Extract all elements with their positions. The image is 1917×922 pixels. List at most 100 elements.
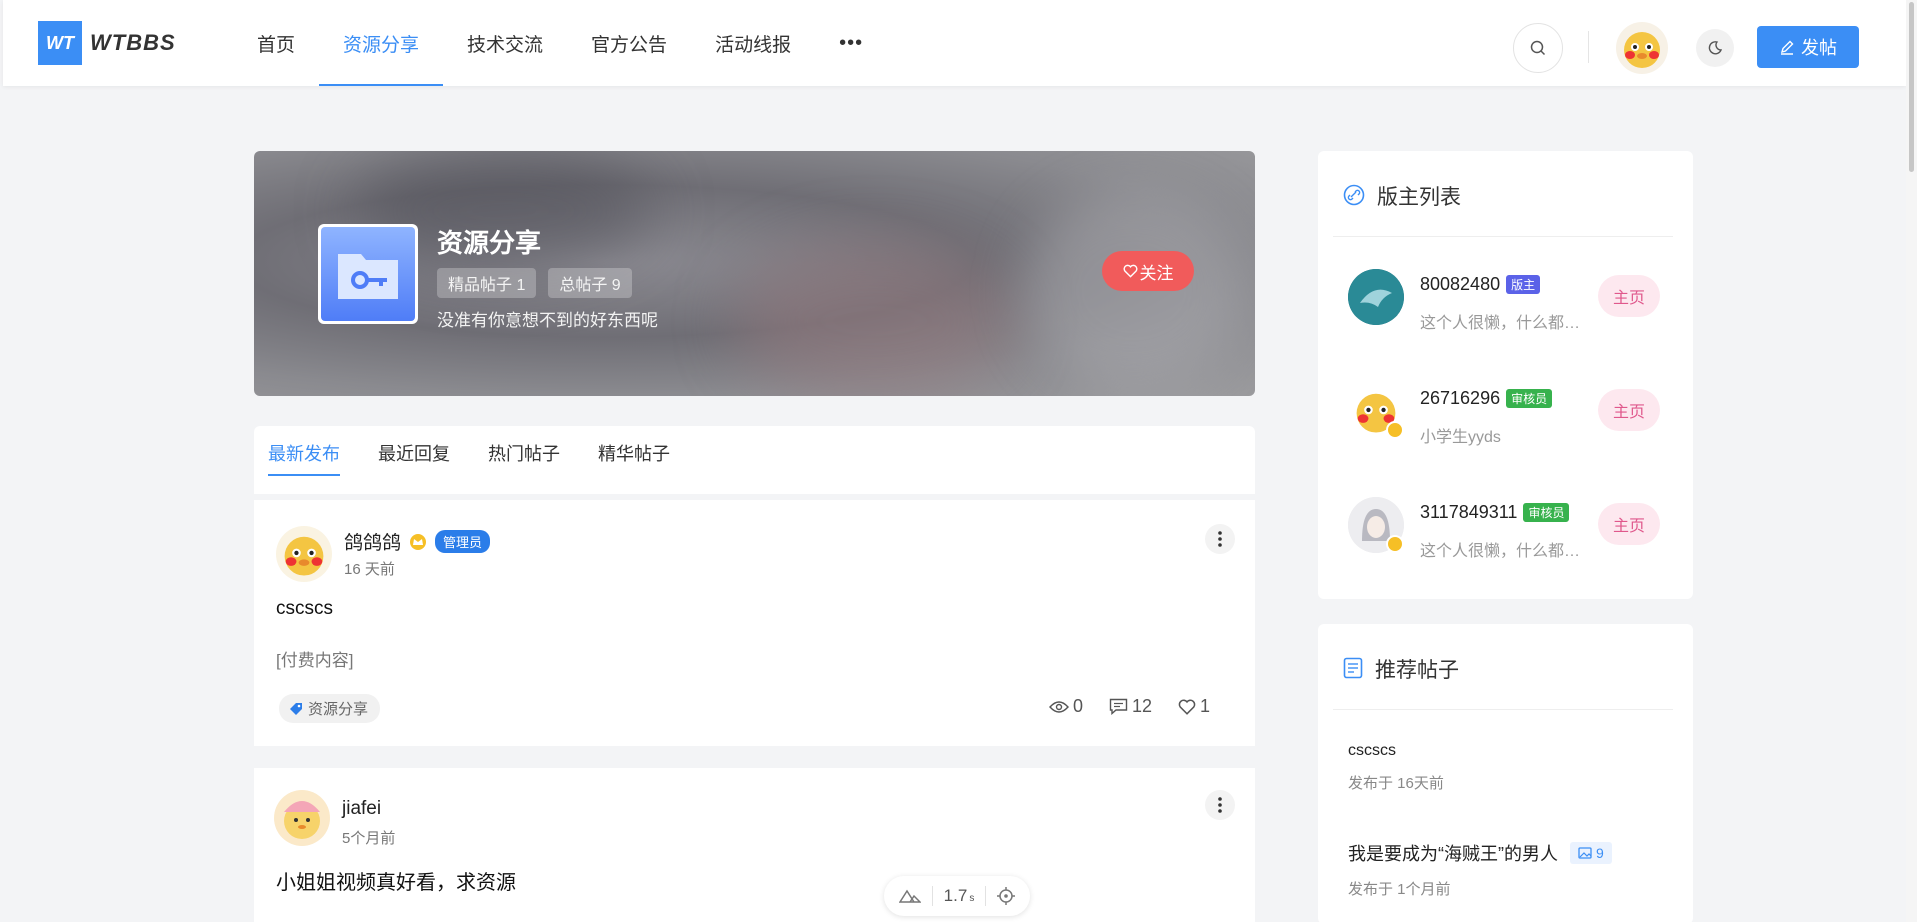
post-card[interactable]: jiafei 5个月前 小姐姐视频真好看，求资源 xyxy=(254,768,1255,922)
forum-banner: 资源分享 精品帖子 1 总帖子 9 没准有你意想不到的好东西呢 关注 xyxy=(254,151,1255,396)
recommended-card-title: 推荐帖子 xyxy=(1375,659,1459,682)
search-button[interactable] xyxy=(1513,23,1563,73)
main-nav: 首页 资源分享 技术交流 官方公告 活动线报 ••• xyxy=(233,0,887,86)
moderator-item: 26716296 审核员 小学生yyds 主页 xyxy=(1348,383,1668,453)
forum-icon xyxy=(318,224,418,324)
banner-blur xyxy=(1024,191,1244,391)
author-name[interactable]: 鸽鸽鸽 xyxy=(344,528,401,555)
moderator-home-button[interactable]: 主页 xyxy=(1598,275,1660,317)
post-time: 16 天前 xyxy=(344,561,395,578)
author-name-row: jiafei xyxy=(342,798,381,820)
author-avatar[interactable] xyxy=(274,790,330,846)
author-name-row: 鸽鸽鸽 管理员 xyxy=(344,528,491,555)
likes-stat[interactable]: 1 xyxy=(1178,696,1210,717)
vip-badge-icon xyxy=(1386,535,1404,553)
top-header: WT WTBBS 首页 资源分享 技术交流 官方公告 活动线报 ••• 发帖 xyxy=(3,0,1906,86)
admin-badge: 管理员 xyxy=(435,530,491,553)
recommended-title[interactable]: 我是要成为“海贼王”的男人 xyxy=(1348,840,1558,866)
nav-home[interactable]: 首页 xyxy=(233,0,319,86)
post-more-button[interactable] xyxy=(1205,524,1235,554)
load-time-unit: s xyxy=(969,893,975,904)
header-divider xyxy=(1588,31,1589,63)
moderator-role-badge: 审核员 xyxy=(1506,389,1553,408)
post-title[interactable]: cscscs xyxy=(276,598,333,620)
tab-hot[interactable]: 热门帖子 xyxy=(488,426,560,476)
moderator-id[interactable]: 26716296 xyxy=(1420,388,1500,409)
new-post-label: 发帖 xyxy=(1801,38,1837,58)
nav-events[interactable]: 活动线报 xyxy=(691,0,815,86)
nav-more-icon[interactable]: ••• xyxy=(815,0,887,86)
banner-blur xyxy=(734,241,1014,396)
image-count: 9 xyxy=(1596,845,1604,861)
avatar-duck-icon xyxy=(1624,32,1660,68)
tag-icon xyxy=(290,702,302,715)
tab-latest[interactable]: 最新发布 xyxy=(268,426,340,476)
recommended-item[interactable]: 我是要成为“海贼王”的男人 9 发布于 1个月前 xyxy=(1348,840,1668,899)
post-stats: 0 12 1 xyxy=(1048,696,1210,717)
forum-title: 资源分享 xyxy=(437,228,542,258)
scrollbar-thumb[interactable] xyxy=(1909,2,1914,172)
follow-button[interactable]: 关注 xyxy=(1102,251,1194,291)
recommended-time: 发布于 1个月前 xyxy=(1348,881,1451,898)
moderator-id[interactable]: 3117849311 xyxy=(1420,502,1517,523)
image-icon xyxy=(1578,847,1592,859)
moderator-home-button[interactable]: 主页 xyxy=(1598,389,1660,431)
post-card[interactable]: 鸽鸽鸽 管理员 16 天前 cscscs [付费内容] 资源分享 0 12 1 xyxy=(254,500,1255,746)
moderator-id-row: 26716296 审核员 xyxy=(1420,388,1553,409)
forum-description: 没准有你意想不到的好东西呢 xyxy=(437,311,658,330)
moderator-desc: 这个人很懒，什么都没有留下 xyxy=(1420,315,1590,332)
moderator-avatar[interactable] xyxy=(1348,269,1404,325)
site-logo[interactable]: WT WTBBS xyxy=(38,21,176,65)
post-tag-label: 资源分享 xyxy=(308,701,369,718)
load-time-value: 1.7 xyxy=(943,886,968,905)
load-time: 1.7 s xyxy=(944,886,975,906)
likes-count: 1 xyxy=(1199,696,1210,716)
vertical-dots-icon xyxy=(1218,797,1222,813)
author-avatar[interactable] xyxy=(276,526,332,582)
recommended-card: 推荐帖子 cscscs 发布于 16天前 我是要成为“海贼王”的男人 9 发布于… xyxy=(1318,624,1693,922)
folder-key-icon xyxy=(338,254,398,299)
avatar-dolphin-icon xyxy=(1348,269,1404,325)
post-tag[interactable]: 资源分享 xyxy=(279,694,381,723)
pencil-icon xyxy=(1780,40,1794,55)
views-stat: 0 xyxy=(1048,696,1083,717)
floating-widget: 1.7 s xyxy=(884,876,1030,916)
new-post-button[interactable]: 发帖 xyxy=(1757,26,1859,68)
comments-stat[interactable]: 12 xyxy=(1109,696,1152,717)
tab-recent-reply[interactable]: 最近回复 xyxy=(378,426,450,476)
forum-stats: 精品帖子 1 总帖子 9 xyxy=(437,268,632,298)
widget-divider xyxy=(984,886,986,906)
crosshair-icon[interactable] xyxy=(996,887,1015,905)
nav-announcements[interactable]: 官方公告 xyxy=(567,0,691,86)
theme-toggle-button[interactable] xyxy=(1696,29,1734,67)
nuxt-mountain-icon[interactable] xyxy=(899,889,922,903)
document-list-icon xyxy=(1343,657,1363,679)
recommended-item[interactable]: cscscs 发布于 16天前 xyxy=(1348,742,1668,793)
avatar-duck-icon xyxy=(284,536,324,576)
crown-icon xyxy=(410,533,427,550)
recommended-title[interactable]: cscscs xyxy=(1348,742,1396,760)
post-time: 5个月前 xyxy=(342,830,396,847)
moderator-id-row: 3117849311 审核员 xyxy=(1420,502,1570,523)
follow-label: 关注 xyxy=(1139,263,1174,283)
user-avatar[interactable] xyxy=(1616,22,1668,74)
featured-count: 精品帖子 1 xyxy=(437,268,537,298)
moderator-id-row: 80082480 版主 xyxy=(1420,274,1541,295)
page-scrollbar[interactable] xyxy=(1906,0,1917,922)
moderator-role-badge: 版主 xyxy=(1506,275,1541,294)
tab-featured[interactable]: 精华帖子 xyxy=(598,426,670,476)
post-more-button[interactable] xyxy=(1205,790,1235,820)
post-title[interactable]: 小姐姐视频真好看，求资源 xyxy=(276,866,516,895)
nav-resource-share[interactable]: 资源分享 xyxy=(319,0,444,86)
logo-text: WTBBS xyxy=(90,30,176,55)
views-count: 0 xyxy=(1072,696,1083,716)
nav-tech-exchange[interactable]: 技术交流 xyxy=(443,0,567,86)
moderator-id[interactable]: 80082480 xyxy=(1420,274,1500,295)
recommended-title-row: 我是要成为“海贼王”的男人 9 xyxy=(1348,840,1668,866)
heart-icon xyxy=(1178,699,1196,715)
moderator-desc: 小学生yyds xyxy=(1420,429,1501,446)
post-content: [付费内容] xyxy=(276,651,354,670)
moderator-home-button[interactable]: 主页 xyxy=(1598,503,1660,545)
author-name[interactable]: jiafei xyxy=(342,798,381,820)
moderator-card: 版主列表 80082480 版主 这个人很懒，什么都没有留下 主页 267162… xyxy=(1318,151,1693,599)
